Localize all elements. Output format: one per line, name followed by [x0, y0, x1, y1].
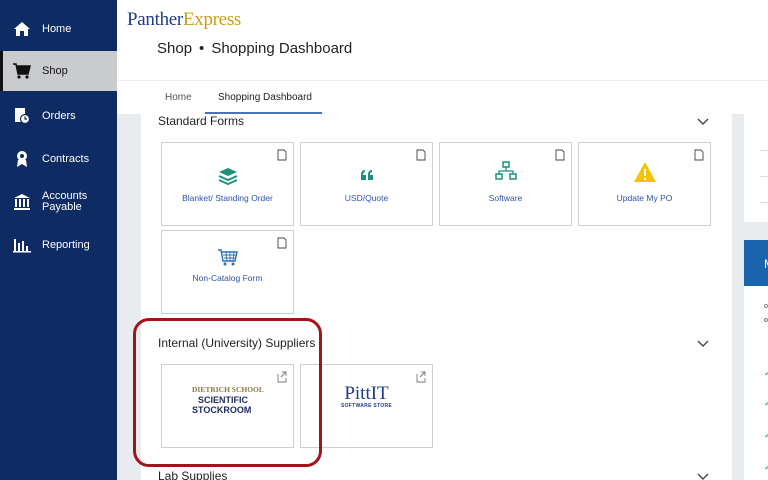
header: PantherExpress Shop • Shopping Dashboard [117, 0, 768, 80]
sidebar-item-label: Orders [42, 110, 76, 122]
right-panel-bottom: M ✓ ✓ ✓ ✓ [744, 240, 768, 480]
cart-icon [12, 61, 32, 81]
section-title-lab-supplies: Lab Supplies [158, 469, 228, 480]
bar-chart-icon [12, 235, 32, 255]
sidebar-item-home[interactable]: Home [0, 16, 117, 42]
right-panel-top [744, 114, 768, 222]
tab-shopping-dashboard[interactable]: Shopping Dashboard [218, 92, 312, 103]
breadcrumb-separator: • [199, 40, 205, 57]
breadcrumb-page: Shopping Dashboard [211, 40, 353, 57]
form-card-update-my-po[interactable]: Update My PO [578, 142, 711, 226]
document-icon [694, 149, 704, 161]
card-label: USD/Quote [344, 193, 389, 203]
right-panel-header: M [744, 240, 768, 286]
warning-icon [633, 162, 656, 182]
quote-icon [360, 170, 373, 180]
layers-icon [218, 168, 237, 185]
sidebar-item-label: Home [42, 23, 72, 35]
document-icon [277, 149, 287, 161]
contracts-icon [12, 149, 32, 169]
document-icon [555, 149, 565, 161]
orders-icon [12, 106, 32, 126]
chevron-down-icon[interactable] [696, 469, 710, 480]
form-card-usd-quote[interactable]: USD/Quote [300, 142, 433, 226]
sidebar-item-label: Reporting [42, 239, 90, 251]
form-card-blanket-order[interactable]: Blanket/ Standing Order [161, 142, 294, 226]
sidebar-item-reporting[interactable]: Reporting [0, 233, 117, 257]
breadcrumb-section[interactable]: Shop [157, 40, 192, 57]
bank-icon [12, 192, 32, 212]
cart-icon [217, 249, 238, 266]
panther-express-logo[interactable]: PantherExpress [127, 9, 241, 31]
sidebar-item-label: Contracts [42, 153, 90, 165]
card-label: Update My PO [616, 193, 673, 203]
form-card-software[interactable]: Software [439, 142, 572, 226]
card-label: Non-Catalog Form [192, 273, 263, 283]
chevron-down-icon[interactable] [696, 336, 710, 350]
tab-home[interactable]: Home [165, 92, 192, 103]
external-link-icon [416, 371, 426, 383]
card-label: Blanket/ Standing Order [182, 193, 273, 203]
document-icon [416, 149, 426, 161]
card-label: Software [488, 193, 523, 203]
sidebar-item-contracts[interactable]: Contracts [0, 147, 117, 171]
sidebar-item-label: Accounts Payable [42, 190, 88, 213]
section-title-standard-forms: Standard Forms [158, 114, 245, 128]
sidebar-item-orders[interactable]: Orders [0, 104, 117, 128]
sidebar-item-accounts-payable[interactable]: Accounts Payable [0, 188, 117, 216]
highlight-annotation [133, 318, 322, 467]
tab-bar: Home Shopping Dashboard [117, 80, 768, 115]
form-card-non-catalog[interactable]: Non-Catalog Form [161, 230, 294, 314]
sidebar-item-shop[interactable]: Shop [0, 51, 117, 91]
sidebar-item-label: Shop [42, 65, 68, 77]
home-icon [12, 19, 32, 39]
breadcrumb: Shop • Shopping Dashboard [157, 40, 352, 57]
network-icon [494, 161, 517, 180]
chevron-down-icon[interactable] [696, 114, 710, 128]
sidebar: Home Shop Orders Contracts Accounts Paya… [0, 0, 117, 480]
